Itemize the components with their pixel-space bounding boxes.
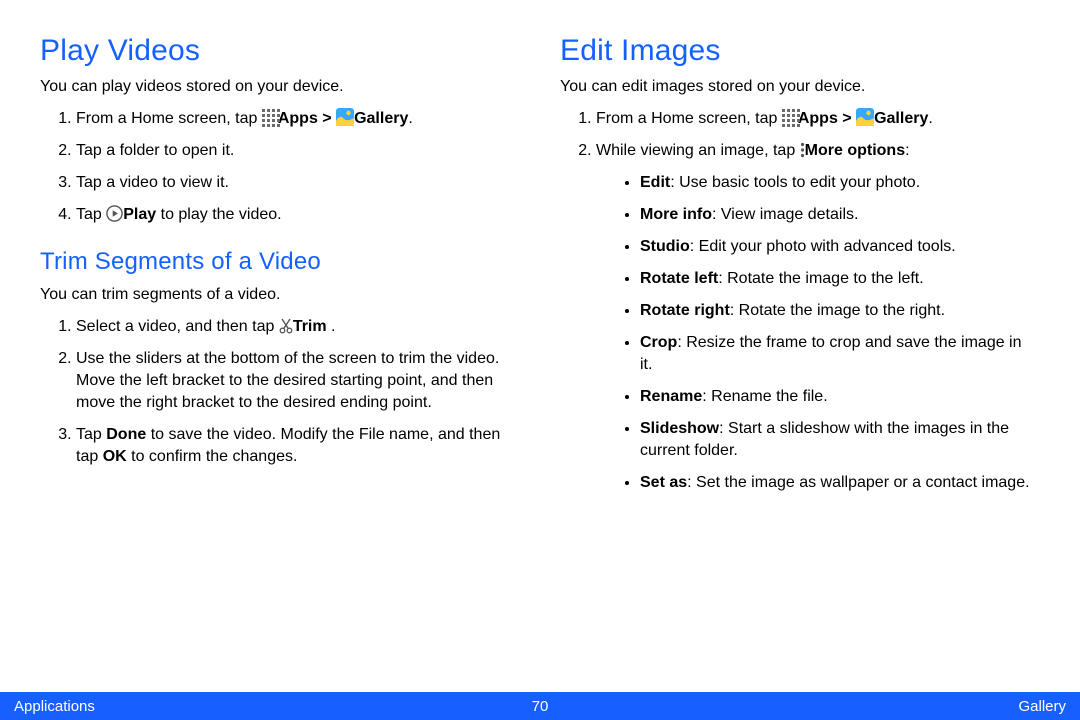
play-icon xyxy=(106,205,123,222)
label-trim: Trim xyxy=(293,318,327,335)
heading-play-videos: Play Videos xyxy=(40,34,530,68)
list-item: Use the sliders at the bottom of the scr… xyxy=(76,348,530,414)
list-item: While viewing an image, tap More options… xyxy=(596,140,1050,494)
apps-grid-icon xyxy=(782,109,798,125)
label-more-options: More options xyxy=(805,142,905,159)
opt-key: Rotate left xyxy=(640,270,718,287)
opt-key: More info xyxy=(640,206,712,223)
text: From a Home screen, tap xyxy=(76,110,262,127)
heading-edit-images: Edit Images xyxy=(560,34,1050,68)
gallery-icon xyxy=(856,108,874,126)
text: to confirm the changes. xyxy=(127,448,298,465)
list-item: Edit: Use basic tools to edit your photo… xyxy=(640,172,1042,194)
opt-key: Edit xyxy=(640,174,670,191)
intro-play-videos: You can play videos stored on your devic… xyxy=(40,76,530,98)
opt-val: : Set the image as wallpaper or a contac… xyxy=(687,474,1029,491)
text: . xyxy=(327,318,336,335)
label-apps: Apps > xyxy=(278,110,336,127)
list-item: Tap Play to play the video. xyxy=(76,204,530,226)
list-item: Tap Done to save the video. Modify the F… xyxy=(76,424,530,468)
intro-trim: You can trim segments of a video. xyxy=(40,284,530,306)
opt-key: Rotate right xyxy=(640,302,730,319)
list-item: Set as: Set the image as wallpaper or a … xyxy=(640,472,1042,494)
opt-key: Slideshow xyxy=(640,420,719,437)
left-column: Play Videos You can play videos stored o… xyxy=(40,34,530,504)
opt-key: Rename xyxy=(640,388,702,405)
scissors-icon xyxy=(279,318,293,334)
text: From a Home screen, tap xyxy=(596,110,782,127)
footer-subsection: Gallery xyxy=(1018,698,1066,715)
opt-key: Set as xyxy=(640,474,687,491)
list-item: Select a video, and then tap Trim . xyxy=(76,316,530,338)
label-done: Done xyxy=(106,426,146,443)
intro-edit-images: You can edit images stored on your devic… xyxy=(560,76,1050,98)
opt-val: : Edit your photo with advanced tools. xyxy=(690,238,956,255)
opt-key: Studio xyxy=(640,238,690,255)
text: While viewing an image, tap xyxy=(596,142,800,159)
gallery-icon xyxy=(336,108,354,126)
opt-val: : Rotate the image to the left. xyxy=(718,270,923,287)
footer-section: Applications xyxy=(14,698,95,715)
text: . xyxy=(408,110,412,127)
list-item: Rotate left: Rotate the image to the lef… xyxy=(640,268,1042,290)
list-item: From a Home screen, tap Apps > Gallery. xyxy=(76,108,530,130)
steps-play-videos: From a Home screen, tap Apps > Gallery. … xyxy=(40,108,530,226)
apps-grid-icon xyxy=(262,109,278,125)
label-apps: Apps > xyxy=(798,110,856,127)
opt-val: : View image details. xyxy=(712,206,858,223)
steps-edit-images: From a Home screen, tap Apps > Gallery. … xyxy=(560,108,1050,494)
heading-trim: Trim Segments of a Video xyxy=(40,248,530,276)
footer-page-number: 70 xyxy=(0,698,1080,715)
list-item: Rotate right: Rotate the image to the ri… xyxy=(640,300,1042,322)
steps-trim: Select a video, and then tap Trim . Use … xyxy=(40,316,530,468)
list-item: Tap a video to view it. xyxy=(76,172,530,194)
text: Tap xyxy=(76,426,106,443)
opt-val: : Use basic tools to edit your photo. xyxy=(670,174,920,191)
opt-key: Crop xyxy=(640,334,677,351)
opt-val: : Rename the file. xyxy=(702,388,827,405)
list-item: Rename: Rename the file. xyxy=(640,386,1042,408)
list-item: More info: View image details. xyxy=(640,204,1042,226)
text: Tap xyxy=(76,206,106,223)
list-item: Crop: Resize the frame to crop and save … xyxy=(640,332,1042,376)
text: to play the video. xyxy=(156,206,281,223)
list-item: From a Home screen, tap Apps > Gallery. xyxy=(596,108,1050,130)
list-item: Tap a folder to open it. xyxy=(76,140,530,162)
label-ok: OK xyxy=(103,448,127,465)
page-footer: Applications 70 Gallery xyxy=(0,692,1080,720)
opt-val: : Resize the frame to crop and save the … xyxy=(640,334,1022,373)
label-play: Play xyxy=(123,206,156,223)
text: : xyxy=(905,142,909,159)
label-gallery: Gallery xyxy=(354,110,408,127)
opt-val: : Rotate the image to the right. xyxy=(730,302,945,319)
right-column: Edit Images You can edit images stored o… xyxy=(560,34,1050,504)
text: Select a video, and then tap xyxy=(76,318,279,335)
text: . xyxy=(928,110,932,127)
label-gallery: Gallery xyxy=(874,110,928,127)
list-item: Studio: Edit your photo with advanced to… xyxy=(640,236,1042,258)
more-options-list: Edit: Use basic tools to edit your photo… xyxy=(596,172,1042,494)
list-item: Slideshow: Start a slideshow with the im… xyxy=(640,418,1042,462)
manual-page: Play Videos You can play videos stored o… xyxy=(0,0,1080,720)
